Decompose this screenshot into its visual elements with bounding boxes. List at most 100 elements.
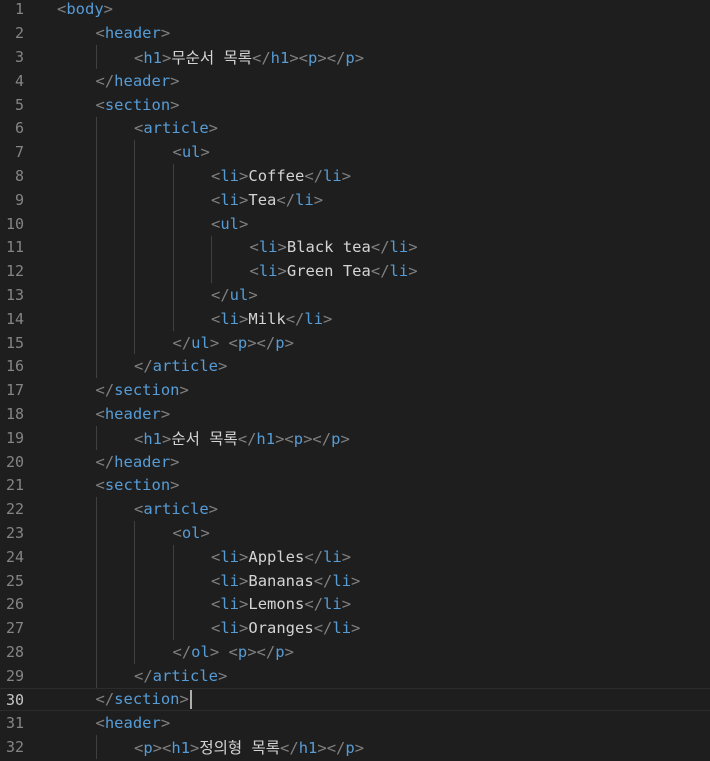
line-number: 30 (5, 690, 24, 709)
code-line[interactable]: 5 <section> (0, 93, 710, 117)
tag-bracket: > (170, 95, 180, 114)
code-line[interactable]: 18 <header> (0, 402, 710, 426)
tag-bracket: > (351, 619, 361, 638)
text-content: 순서 목록 (171, 429, 238, 448)
code-line[interactable]: 25 <li>Bananas</li> (0, 569, 710, 593)
line-number: 22 (5, 500, 24, 519)
tag-name: li (220, 571, 240, 590)
code-line[interactable]: 20 </header> (0, 450, 710, 474)
tag-bracket: > (162, 48, 172, 67)
code-line[interactable]: 3 <h1>무순서 목록</h1><p></p> (0, 45, 710, 69)
code-line[interactable]: 14 <li>Milk</li> (0, 307, 710, 331)
code-line[interactable]: 24 <li>Apples</li> (0, 545, 710, 569)
tag-bracket: > (160, 404, 171, 423)
code-text: <li>Tea</li> (211, 191, 323, 209)
line-number: 25 (5, 571, 24, 590)
code-line[interactable]: 22 <article> (0, 497, 710, 521)
text-content: Oranges (248, 619, 314, 638)
tag-bracket: < (134, 500, 144, 519)
text-cursor (189, 690, 192, 710)
code-text: <li>Lemons</li> (211, 595, 351, 613)
code-line[interactable]: 7 <ul> (0, 140, 710, 164)
code-line[interactable]: 28 </ol> <p></p> (0, 640, 710, 664)
code-text: <body> (57, 0, 113, 18)
indent-guide (134, 140, 135, 355)
tag-bracket: > (341, 166, 352, 185)
code-line[interactable]: 10 <ul> (0, 212, 710, 236)
line-number: 7 (14, 143, 24, 162)
code-line[interactable]: 12 <li>Green Tea</li> (0, 259, 710, 283)
tag-name: article (143, 119, 209, 138)
code-line[interactable]: 1 <body> (0, 0, 710, 21)
code-line[interactable]: 23 <ol> (0, 521, 710, 545)
code-line[interactable]: 32 <p><h1>정의형 목록</h1></p> (0, 735, 710, 759)
tag-name: li (304, 309, 324, 328)
code-line[interactable]: 15 </ul> <p></p> (0, 331, 710, 355)
code-line[interactable]: 16 </article> (0, 355, 710, 379)
code-line[interactable]: 26 <li>Lemons</li> (0, 593, 710, 617)
tag-name: h1 (298, 739, 318, 758)
code-line[interactable]: 2 <header> (0, 21, 710, 45)
line-number: 23 (5, 523, 24, 542)
tag-bracket: < (172, 523, 182, 542)
tag-name: h1 (270, 48, 290, 67)
tag-name: li (258, 262, 278, 281)
tag-bracket: </ (172, 333, 192, 352)
code-line[interactable]: 17 </section> (0, 378, 710, 402)
tag-name: li (220, 547, 240, 566)
tag-name: article (152, 666, 218, 685)
text-content: Green Tea (286, 262, 371, 281)
code-line[interactable]: 31 <header> (0, 712, 710, 736)
tag-bracket: > (218, 666, 228, 685)
code-text: <li>Oranges</li> (211, 619, 360, 637)
line-number: 14 (5, 309, 24, 328)
code-line[interactable]: 27 <li>Oranges</li> (0, 616, 710, 640)
text-content: Bananas (248, 571, 314, 590)
line-number: 28 (5, 642, 24, 661)
code-editor[interactable]: 1 <body> 2 <header> 3 <h1>무순서 목록</h1><p></p> 4… (0, 0, 710, 761)
code-line[interactable]: 8 <li>Coffee</li> (0, 164, 710, 188)
tag-name: p (275, 333, 285, 352)
tag-bracket: >< (289, 48, 309, 67)
code-line[interactable]: 30 </section> (0, 688, 710, 712)
code-line[interactable]: 4 </header> (0, 69, 710, 93)
tag-bracket: > (239, 619, 249, 638)
code-line[interactable]: 29 </article> (0, 664, 710, 688)
line-number: 10 (5, 214, 24, 233)
tag-bracket: < (134, 48, 144, 67)
tag-bracket: </ (211, 285, 230, 304)
code-line[interactable]: 9 <li>Tea</li> (0, 188, 710, 212)
tag-bracket: > (239, 166, 249, 185)
tag-bracket: ></ (303, 429, 332, 448)
tag-bracket: > (160, 24, 171, 43)
tag-name: section (114, 690, 180, 709)
tag-bracket: > (323, 309, 333, 328)
tag-name: article (152, 357, 218, 376)
code-text: </ul> (211, 286, 258, 304)
code-line[interactable]: 13 </ul> (0, 283, 710, 307)
code-line[interactable]: 6 <article> (0, 117, 710, 141)
text-content: Apples (248, 547, 305, 566)
indent-guide (95, 116, 97, 379)
text-content (219, 334, 228, 352)
tag-bracket: < (228, 333, 238, 352)
tag-bracket: </ (304, 595, 324, 614)
code-line[interactable]: 11 <li>Black tea</li> (0, 236, 710, 260)
tag-bracket: < (211, 547, 221, 566)
tag-bracket: ></ (247, 642, 276, 661)
tag-name: section (114, 381, 180, 400)
code-line[interactable]: 21 <section> (0, 474, 710, 498)
code-text: </ul> <p></p> (173, 334, 294, 352)
code-text: <header> (96, 714, 171, 732)
tag-bracket: >< (152, 739, 172, 758)
line-number: 1 (14, 0, 24, 19)
tag-bracket: </ (252, 48, 271, 67)
line-number: 17 (5, 381, 24, 400)
tag-name: li (323, 595, 342, 614)
tag-name: h1 (143, 48, 163, 67)
tag-name: header (104, 714, 161, 733)
tag-bracket: > (277, 238, 287, 257)
code-line[interactable]: 19 <h1>순서 목록</h1><p></p> (0, 426, 710, 450)
code-text: <p><h1>정의형 목록</h1></p> (134, 736, 364, 758)
tag-name: li (258, 238, 278, 257)
